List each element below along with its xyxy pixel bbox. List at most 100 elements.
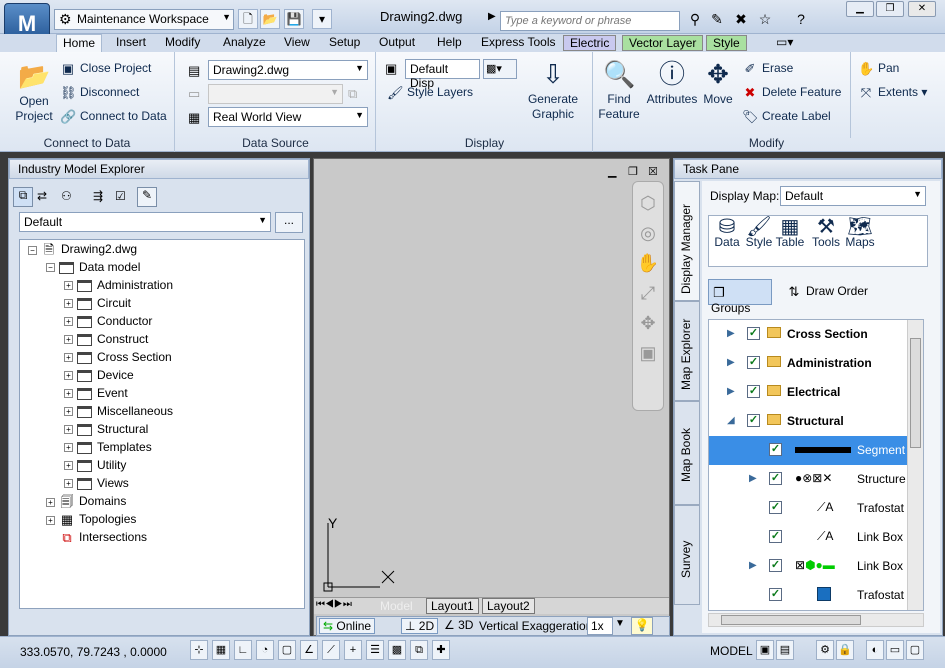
tree-intersections[interactable]: ⧉ Intersections: [59, 530, 147, 546]
expand-arrow-icon[interactable]: ▶: [727, 328, 735, 339]
2d-toggle[interactable]: ⊥ 2D: [401, 618, 439, 634]
tree-item[interactable]: + Cross Section: [64, 350, 172, 364]
workspace-selector[interactable]: ⚙ Maintenance Workspace ▼: [54, 9, 234, 30]
tree-item[interactable]: + Administration: [64, 278, 173, 292]
tree-topologies[interactable]: + ▦ Topologies: [46, 512, 136, 528]
expand-icon[interactable]: +: [64, 371, 73, 381]
tab-analyze[interactable]: Analyze: [217, 34, 272, 52]
expand-arrow-icon[interactable]: ▶: [488, 11, 496, 22]
table-button[interactable]: ▦ Table: [773, 217, 807, 250]
delete-feature-button[interactable]: ✖ Delete Feature: [742, 85, 842, 101]
expand-icon[interactable]: +: [64, 479, 73, 489]
tree-item[interactable]: + Conductor: [64, 314, 152, 328]
expand-arrow-icon[interactable]: ▶: [749, 473, 757, 484]
pan-hand-icon[interactable]: ✋: [633, 248, 663, 278]
layer-visibility-checkbox[interactable]: ✓: [769, 501, 782, 514]
layer-group-row[interactable]: ▶ ✓ Administration: [709, 349, 909, 378]
tree-item[interactable]: + Miscellaneous: [64, 404, 173, 418]
tree-view-icon[interactable]: ⧉: [13, 187, 33, 207]
quickview-icon[interactable]: ▤: [776, 640, 794, 660]
tree-item[interactable]: + Templates: [64, 440, 152, 454]
expand-arrow-icon[interactable]: ▶: [727, 386, 735, 397]
tab-setup[interactable]: Setup: [323, 34, 366, 52]
layer-row[interactable]: ▶ ✓ ⊠⬢●▬ Link Box: [709, 552, 909, 581]
tree-item[interactable]: + Utility: [64, 458, 126, 472]
favorites-star-icon[interactable]: ☆: [754, 11, 776, 31]
layer-row[interactable]: ✓ Trafostat: [709, 581, 909, 610]
create-label-button[interactable]: 🏷 Create Label: [742, 109, 831, 125]
object-snap-tracking-icon[interactable]: ∠: [300, 640, 318, 660]
polar-tracking-icon[interactable]: ◔: [256, 640, 274, 660]
steering-wheel-icon[interactable]: ◎: [633, 218, 663, 248]
tools-icon[interactable]: ✎: [706, 11, 728, 31]
tab-display-manager[interactable]: Display Manager: [674, 181, 700, 301]
expand-icon[interactable]: +: [64, 281, 73, 291]
tab-layout1[interactable]: Layout1: [426, 598, 479, 614]
qat-dropdown-icon[interactable]: ▾: [312, 9, 332, 29]
tree-item[interactable]: + Structural: [64, 422, 148, 436]
ortho-mode-icon[interactable]: ∟: [234, 640, 252, 660]
tools-button[interactable]: ⚒ Tools: [809, 217, 843, 250]
binoculars-icon[interactable]: ⚲: [684, 11, 706, 31]
layer-visibility-checkbox[interactable]: ✓: [747, 385, 760, 398]
generate-graphic-button[interactable]: ⇩ Generate Graphic: [523, 58, 583, 122]
layer-row[interactable]: ✓ Segment: [709, 436, 907, 465]
zoom-icon[interactable]: ⤢: [633, 278, 663, 308]
layer-row[interactable]: ✓ ⟋A Trafostat: [709, 494, 909, 523]
save-icon[interactable]: 💾: [284, 9, 304, 29]
display-config-button[interactable]: ▩▾: [483, 59, 517, 79]
restore-button[interactable]: ❐: [876, 1, 904, 17]
schema-icon[interactable]: ⇄: [37, 189, 47, 203]
layer-visibility-checkbox[interactable]: ✓: [769, 472, 782, 485]
snap-mode-icon[interactable]: ⊹: [190, 640, 208, 660]
find-feature-button[interactable]: 🔍 Find Feature: [596, 58, 642, 122]
tree-item[interactable]: + Construct: [64, 332, 148, 346]
workspace-switch-icon[interactable]: ⚙: [816, 640, 834, 660]
erase-button[interactable]: ✐ Erase: [742, 61, 794, 77]
tree-item[interactable]: + Circuit: [64, 296, 131, 310]
tab-insert[interactable]: Insert: [110, 34, 152, 52]
tab-home[interactable]: Home: [56, 34, 103, 52]
canvas-minimize-icon[interactable]: ▁: [608, 165, 616, 178]
layer-row[interactable]: ▶ ✓ ●⊗⊠✕ Structure: [709, 465, 909, 494]
lightbulb-icon[interactable]: 💡: [631, 617, 653, 635]
allow-ucs-icon[interactable]: ⟋: [322, 640, 340, 660]
hardware-accel-icon[interactable]: ▭: [886, 640, 904, 660]
edit-icon[interactable]: ✎: [137, 187, 157, 207]
chevron-down-icon[interactable]: ▼: [615, 618, 625, 629]
expand-icon[interactable]: +: [64, 443, 73, 453]
quick-properties-icon[interactable]: ⧉: [410, 640, 428, 660]
drawing-canvas[interactable]: ▁ ❐ ☒ Y ⏮◀▶⏭ Model Layout1 Layout2: [313, 158, 670, 636]
filter-icon[interactable]: ⇶: [93, 189, 103, 203]
horizontal-scrollbar[interactable]: [708, 613, 924, 627]
view-select[interactable]: Real World View ▼: [208, 107, 368, 127]
selection-cycling-icon[interactable]: ✚: [432, 640, 450, 660]
lineweight-icon[interactable]: ☰: [366, 640, 384, 660]
open-project-button[interactable]: 📂 Open Project: [10, 60, 58, 124]
tab-electric[interactable]: Electric: [563, 35, 617, 51]
layer-visibility-checkbox[interactable]: ✓: [769, 530, 782, 543]
browse-button[interactable]: ...: [275, 212, 303, 233]
expand-icon[interactable]: +: [64, 389, 73, 399]
dynamic-input-icon[interactable]: +: [344, 640, 362, 660]
tree-item[interactable]: + Views: [64, 476, 129, 490]
tab-map-explorer[interactable]: Map Explorer: [674, 301, 700, 401]
layer-visibility-checkbox[interactable]: ✓: [769, 559, 782, 572]
expand-icon[interactable]: +: [64, 317, 73, 327]
tab-nav-icon[interactable]: ⏮◀▶⏭: [316, 599, 352, 610]
tab-style[interactable]: Style: [706, 35, 747, 51]
close-project-button[interactable]: ▣ Close Project: [60, 61, 152, 77]
profile-select[interactable]: Default ▼: [19, 212, 271, 232]
layer-visibility-checkbox[interactable]: ✓: [769, 588, 782, 601]
close-button[interactable]: ✕: [908, 1, 936, 17]
pan-button[interactable]: ✋ Pan: [858, 61, 899, 77]
object-snap-icon[interactable]: ▢: [278, 640, 296, 660]
3d-toggle[interactable]: ∠ 3D: [441, 618, 476, 632]
exchange-icon[interactable]: ✖: [730, 11, 752, 31]
style-button[interactable]: 🖌 Style: [743, 217, 775, 250]
tree-item[interactable]: + Event: [64, 386, 128, 400]
hscroll-thumb[interactable]: [721, 615, 861, 625]
hierarchy-icon[interactable]: ⚇: [61, 189, 72, 203]
minimize-button[interactable]: ▁: [846, 1, 874, 17]
layer-group-row[interactable]: ▶ ✓ Electrical: [709, 378, 909, 407]
